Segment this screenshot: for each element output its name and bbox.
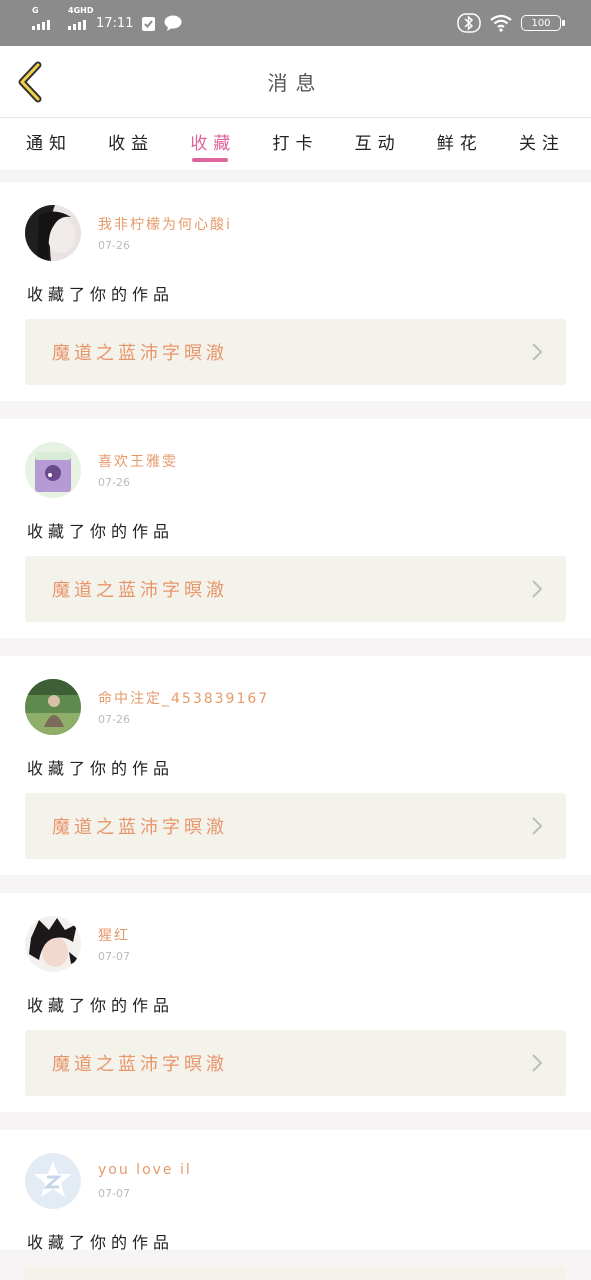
qq-icon[interactable] bbox=[25, 1153, 81, 1209]
check-clipboard-icon bbox=[142, 16, 156, 31]
message-card: 命中注定_453839167 07-26 收藏了你的作品 魔道之蓝沛字暝澈 bbox=[0, 656, 591, 875]
chevron-right-icon bbox=[532, 817, 543, 835]
status-bar: G 4GHD 17:11 100 bbox=[0, 0, 591, 46]
message-bubble-icon bbox=[164, 15, 182, 31]
username[interactable]: 猩红 bbox=[98, 925, 130, 945]
tab-following[interactable]: 关注 bbox=[519, 118, 565, 170]
message-card: you love il 07-07 收藏了你的作品 bbox=[0, 1130, 591, 1252]
signal-4g-icon: 4GHD bbox=[68, 6, 93, 30]
tab-label: 收益 bbox=[108, 134, 155, 154]
chevron-left-icon[interactable] bbox=[14, 60, 50, 104]
action-text: 收藏了你的作品 bbox=[27, 996, 175, 1015]
network-tag-4g: 4GHD bbox=[68, 6, 94, 15]
tab-label: 收藏 bbox=[190, 134, 237, 154]
work-link[interactable]: 魔道之蓝沛字暝澈 bbox=[25, 556, 566, 622]
chevron-right-icon bbox=[532, 343, 543, 361]
action-text: 收藏了你的作品 bbox=[27, 522, 175, 541]
avatar[interactable] bbox=[25, 442, 81, 498]
avatar[interactable] bbox=[25, 916, 81, 972]
action-text: 收藏了你的作品 bbox=[27, 285, 175, 304]
tab-bar: 通知 收益 收藏 打卡 互动 鲜花 关注 bbox=[0, 118, 591, 170]
battery-level: 100 bbox=[531, 17, 551, 29]
bluetooth-icon bbox=[457, 13, 481, 33]
signal-icon: G bbox=[32, 6, 50, 30]
username[interactable]: 我非柠檬为何心酸i bbox=[98, 214, 232, 234]
work-link[interactable]: 魔道之蓝沛字暝澈 bbox=[25, 793, 566, 859]
header: 消息 bbox=[0, 46, 591, 118]
message-date: 07-07 bbox=[98, 1187, 130, 1200]
avatar[interactable] bbox=[25, 679, 81, 735]
chevron-right-icon bbox=[532, 580, 543, 598]
tab-label: 打卡 bbox=[272, 134, 319, 154]
work-title: 魔道之蓝沛字暝澈 bbox=[52, 343, 228, 364]
message-date: 07-26 bbox=[98, 239, 130, 252]
work-title: 魔道之蓝沛字暝澈 bbox=[52, 580, 228, 601]
tab-earnings[interactable]: 收益 bbox=[108, 118, 154, 170]
tab-notifications[interactable]: 通知 bbox=[26, 118, 72, 170]
message-card: 喜欢王雅雯 07-26 收藏了你的作品 魔道之蓝沛字暝澈 bbox=[0, 419, 591, 638]
status-time: 17:11 bbox=[96, 15, 134, 31]
action-text: 收藏了你的作品 bbox=[27, 759, 175, 778]
message-list: 我非柠檬为何心酸i 07-26 收藏了你的作品 魔道之蓝沛字暝澈 喜欢王雅雯 0… bbox=[0, 182, 591, 1268]
work-link[interactable]: 魔道之蓝沛字暝澈 bbox=[25, 1030, 566, 1096]
username[interactable]: 命中注定_453839167 bbox=[98, 688, 269, 708]
avatar[interactable] bbox=[25, 205, 81, 261]
message-date: 07-07 bbox=[98, 950, 130, 963]
work-link[interactable]: 魔道之蓝沛字暝澈 bbox=[25, 319, 566, 385]
tab-checkin[interactable]: 打卡 bbox=[272, 118, 318, 170]
work-link-partial[interactable] bbox=[25, 1266, 566, 1280]
page-title: 消息 bbox=[267, 71, 324, 95]
tab-label: 关注 bbox=[518, 134, 565, 154]
message-card: 我非柠檬为何心酸i 07-26 收藏了你的作品 魔道之蓝沛字暝澈 bbox=[0, 182, 591, 401]
message-date: 07-26 bbox=[98, 476, 130, 489]
username[interactable]: you love il bbox=[98, 1162, 192, 1178]
work-title: 魔道之蓝沛字暝澈 bbox=[52, 817, 228, 838]
battery-icon: 100 bbox=[521, 15, 565, 31]
tab-label: 通知 bbox=[26, 134, 72, 154]
action-text: 收藏了你的作品 bbox=[27, 1233, 175, 1252]
network-tag: G bbox=[32, 6, 39, 15]
tab-interactions[interactable]: 互动 bbox=[355, 118, 401, 170]
message-date: 07-26 bbox=[98, 713, 130, 726]
wifi-icon bbox=[490, 14, 512, 32]
tab-label: 互动 bbox=[354, 134, 401, 154]
chevron-right-icon bbox=[532, 1054, 543, 1072]
tab-favorites[interactable]: 收藏 bbox=[190, 118, 236, 170]
tab-label: 鲜花 bbox=[436, 134, 483, 154]
username[interactable]: 喜欢王雅雯 bbox=[98, 451, 178, 471]
tab-flowers[interactable]: 鲜花 bbox=[437, 118, 483, 170]
work-title: 魔道之蓝沛字暝澈 bbox=[52, 1054, 228, 1075]
message-card: 猩红 07-07 收藏了你的作品 魔道之蓝沛字暝澈 bbox=[0, 893, 591, 1112]
